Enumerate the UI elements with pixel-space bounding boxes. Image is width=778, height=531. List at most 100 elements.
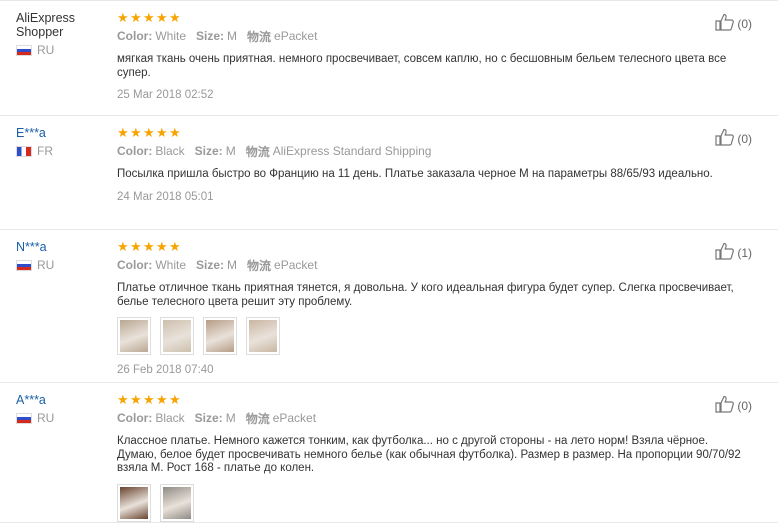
review-item: N***a RU ★ ★ ★ ★ ★ Color: White Size: M 物流 e… <box>0 230 778 383</box>
size-label: Size: <box>196 29 225 43</box>
size-value: M <box>227 258 238 272</box>
star-icon: ★ <box>130 239 142 254</box>
review-content: ★ ★ ★ ★ ★ Color: Black Size: M 物流 AliExpress… <box>117 125 757 203</box>
star-icon: ★ <box>117 392 129 407</box>
star-icon: ★ <box>117 125 129 140</box>
star-icon: ★ <box>130 392 142 407</box>
review-date: 24 Mar 2018 05:01 <box>117 190 214 203</box>
color-value: White <box>155 29 187 43</box>
star-icon: ★ <box>130 125 142 140</box>
country-code: FR <box>37 144 53 158</box>
order-info: Color: Black Size: M 物流 AliExpress Stand… <box>117 143 757 159</box>
review-text: Посылка пришла быстро во Францию на 11 д… <box>117 168 713 180</box>
star-icon: ★ <box>156 125 168 140</box>
reviewer-name[interactable]: A***a <box>16 393 106 407</box>
star-icon: ★ <box>143 392 155 407</box>
review-content: ★ ★ ★ ★ ★ Color: White Size: M 物流 ePacket Пл… <box>117 239 757 376</box>
reviewer-country: RU <box>16 258 106 272</box>
order-info: Color: White Size: M 物流 ePacket <box>117 28 757 44</box>
country-code: RU <box>37 43 55 57</box>
size-label: Size: <box>194 411 223 425</box>
review-photos <box>117 317 757 355</box>
helpful-button[interactable]: (0) <box>715 128 752 149</box>
helpful-button[interactable]: (0) <box>715 13 752 34</box>
reviewer-info: E***a FR <box>16 126 106 158</box>
helpful-button[interactable]: (1) <box>715 242 752 263</box>
reviewer-info: N***a RU <box>16 240 106 272</box>
review-photo-thumbnail[interactable] <box>117 317 151 355</box>
star-rating: ★ ★ ★ ★ ★ <box>117 239 757 254</box>
helpful-count: (0) <box>737 131 752 146</box>
reviewer-name[interactable]: N***a <box>16 240 106 254</box>
color-label: Color: <box>117 411 153 425</box>
helpful-count: (1) <box>737 245 752 260</box>
star-icon: ★ <box>143 10 155 25</box>
star-icon: ★ <box>156 10 168 25</box>
reviewer-name[interactable]: E***a <box>16 126 106 140</box>
star-rating: ★ ★ ★ ★ ★ <box>117 10 757 25</box>
review-date: 25 Mar 2018 02:52 <box>117 89 214 101</box>
thumbs-up-icon <box>715 395 737 416</box>
review-photo-thumbnail[interactable] <box>160 483 194 522</box>
thumbs-up-icon <box>715 242 737 263</box>
star-icon: ★ <box>169 10 181 25</box>
size-value: M <box>225 411 236 425</box>
color-value: Black <box>155 411 185 425</box>
star-icon: ★ <box>156 392 168 407</box>
review-photo-thumbnail[interactable] <box>246 317 280 355</box>
size-label: Size: <box>196 258 225 272</box>
helpful-count: (0) <box>737 398 752 413</box>
reviewer-info: A***a RU <box>16 393 106 425</box>
review-content: ★ ★ ★ ★ ★ Color: Black Size: M 物流 ePacket Кл… <box>117 392 757 531</box>
country-code: RU <box>37 411 55 425</box>
shipping-label: 物流 <box>245 411 270 426</box>
review-photos <box>117 483 757 522</box>
shipping-label: 物流 <box>247 29 272 44</box>
review-item: A***a RU ★ ★ ★ ★ ★ Color: Black Size: M 物流 e… <box>0 383 778 523</box>
reviewer-country: RU <box>16 43 106 57</box>
star-rating: ★ ★ ★ ★ ★ <box>117 392 757 407</box>
size-value: M <box>227 29 238 43</box>
color-value: Black <box>155 144 185 158</box>
reviewer-country: FR <box>16 144 106 158</box>
star-icon: ★ <box>143 125 155 140</box>
ru-flag-icon <box>16 259 32 271</box>
country-code: RU <box>37 258 55 272</box>
review-photo-thumbnail[interactable] <box>203 317 237 355</box>
review-text: Классное платье. Немного кажется тонким,… <box>117 435 741 474</box>
color-value: White <box>155 258 187 272</box>
review-content: ★ ★ ★ ★ ★ Color: White Size: M 物流 ePacket мя… <box>117 10 757 101</box>
shipping-value: ePacket <box>272 411 317 425</box>
helpful-button[interactable]: (0) <box>715 395 752 416</box>
review-item: AliExpress Shopper RU ★ ★ ★ ★ ★ Color: White… <box>0 1 778 116</box>
reviewer-country: RU <box>16 411 106 425</box>
shipping-value: AliExpress Standard Shipping <box>272 144 432 158</box>
thumbs-up-icon <box>715 13 737 34</box>
color-label: Color: <box>117 29 153 43</box>
star-icon: ★ <box>143 239 155 254</box>
review-date: 26 Feb 2018 07:40 <box>117 364 214 376</box>
thumbs-up-icon <box>715 128 737 149</box>
star-icon: ★ <box>169 239 181 254</box>
ru-flag-icon <box>16 412 32 424</box>
reviewer-name: AliExpress Shopper <box>16 11 76 39</box>
star-icon: ★ <box>117 10 129 25</box>
order-info: Color: White Size: M 物流 ePacket <box>117 257 757 273</box>
color-label: Color: <box>117 144 153 158</box>
shipping-label: 物流 <box>247 258 272 273</box>
size-value: M <box>225 144 236 158</box>
reviewer-info: AliExpress Shopper RU <box>16 11 106 57</box>
order-info: Color: Black Size: M 物流 ePacket <box>117 410 757 426</box>
shipping-value: ePacket <box>274 258 318 272</box>
review-photo-thumbnail[interactable] <box>117 483 151 522</box>
reviews-list: AliExpress Shopper RU ★ ★ ★ ★ ★ Color: White… <box>0 0 778 523</box>
color-label: Color: <box>117 258 153 272</box>
star-icon: ★ <box>169 125 181 140</box>
size-label: Size: <box>194 144 223 158</box>
ru-flag-icon <box>16 44 32 56</box>
review-photo-thumbnail[interactable] <box>160 317 194 355</box>
fr-flag-icon <box>16 145 32 157</box>
star-icon: ★ <box>117 239 129 254</box>
helpful-count: (0) <box>737 16 752 31</box>
star-icon: ★ <box>130 10 142 25</box>
